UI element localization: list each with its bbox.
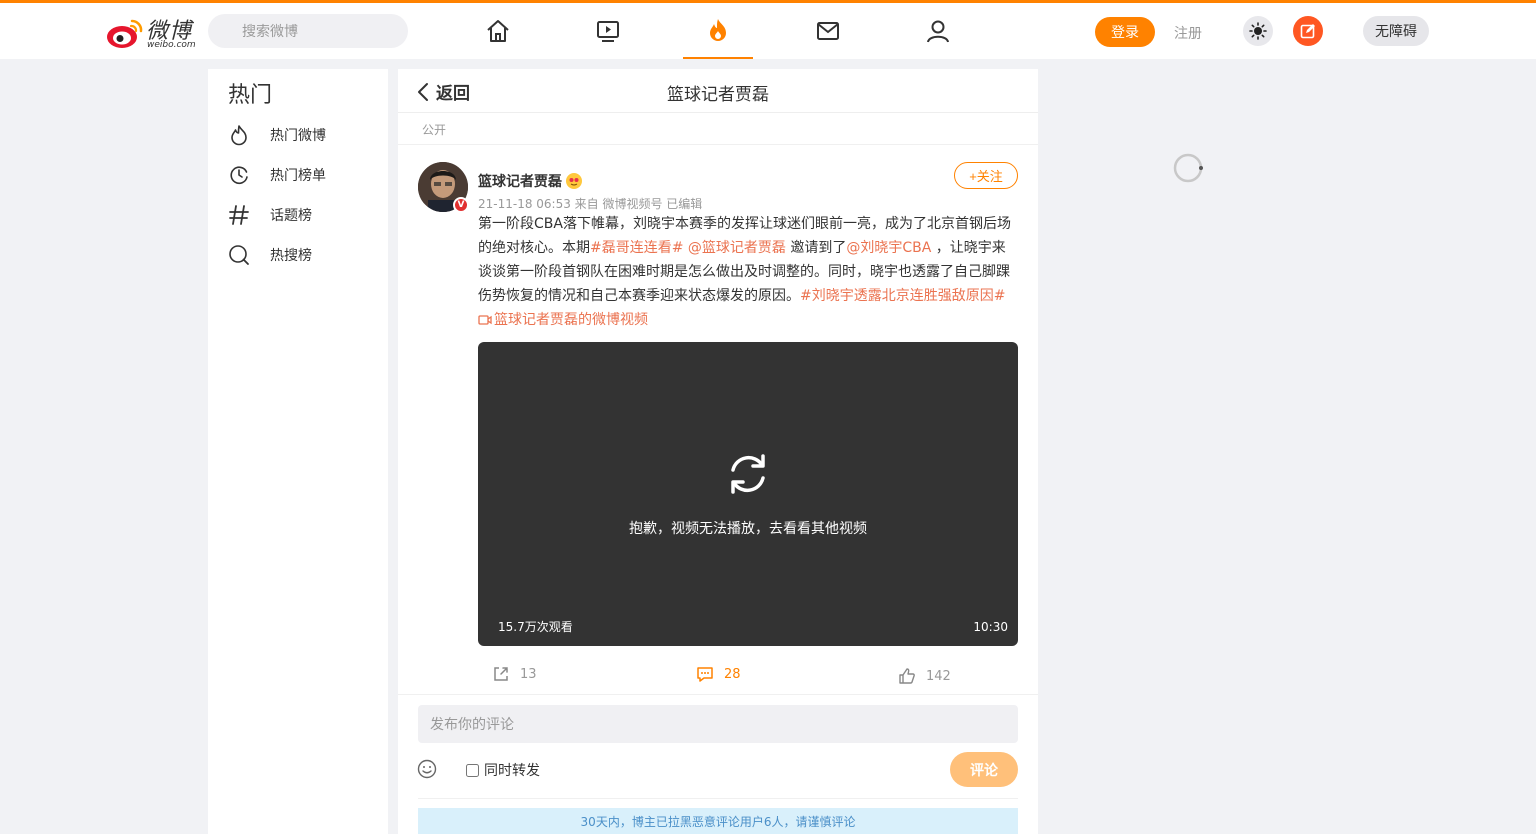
comment-toggle-button[interactable]: 28 [696,665,741,683]
follow-button[interactable]: +关注 [954,162,1018,189]
emoji-picker-icon[interactable] [417,759,437,779]
mail-icon [817,22,839,40]
page-title: 篮球记者贾磊 [667,85,769,105]
video-error-message[interactable]: 抱歉，视频无法播放，去看看其他视频 [478,518,1018,538]
reload-icon [731,454,765,494]
home-icon [487,20,509,42]
video-link-text: 篮球记者贾磊的微博视频 [494,312,648,328]
nav-hot[interactable] [683,3,753,59]
theme-toggle-button[interactable] [1243,16,1273,46]
sidebar-item-hot-weibo[interactable]: 热门微博 [228,121,378,149]
clock-icon [230,166,248,185]
repost-checkbox[interactable] [466,763,479,777]
post-actions: 13 28 142 [398,659,1038,695]
like-count: 142 [926,668,951,684]
left-sidebar: 热门 热门微博 热门榜单 话题榜 热搜榜 [208,69,388,834]
author-name[interactable]: 篮球记者贾磊 [478,171,582,191]
login-button[interactable]: 登录 [1095,17,1155,47]
video-icon [597,21,619,42]
author-name-text: 篮球记者贾磊 [478,174,562,190]
post-text: 第一阶段CBA落下帷幕，刘晓宇本赛季的发挥让球迷们眼前一亮，成为了北京首钢后场的… [478,212,1018,335]
thumbs-up-icon [899,668,915,684]
hashtag-icon [229,205,249,225]
visibility-label: 公开 [422,123,447,137]
sidebar-title: 热门 [228,83,273,108]
share-icon [494,667,508,681]
video-link[interactable]: 篮球记者贾磊的微博视频 [478,308,648,332]
compose-button[interactable] [1293,16,1323,46]
comment-input[interactable] [418,705,1018,743]
repost-count: 13 [520,666,537,682]
sidebar-item-label: 话题榜 [270,208,312,224]
video-link-icon [478,315,492,325]
main-header: 返回 篮球记者贾磊 [398,69,1038,113]
main-content: 返回 篮球记者贾磊 公开 V 篮球记者贾磊 21-11-18 06:53 来自 … [398,69,1038,834]
divider [418,798,1018,799]
logo-subtext: weibo.com [147,40,196,50]
post-meta: 21-11-18 06:53 来自 微博视频号 已编辑 [478,197,703,211]
register-link[interactable]: 注册 [1174,23,1202,43]
weibo-eye-icon [107,19,143,48]
nav-home[interactable] [463,3,533,59]
sidebar-item-label: 热门榜单 [270,168,326,184]
sidebar-item-label: 热门微博 [270,128,326,144]
mention-link[interactable]: @刘晓宇CBA [846,240,931,256]
emoji-icon [566,173,582,189]
flame-icon [231,125,247,146]
search-input[interactable] [208,14,408,48]
profile-icon [927,20,949,43]
video-duration: 10:30 [973,620,1008,634]
repost-button[interactable]: 13 [492,665,537,683]
comment-icon [697,667,713,682]
nav-profile[interactable] [903,3,973,59]
view-count: 15.7万次观看 [498,620,573,634]
video-player[interactable]: 抱歉，视频无法播放，去看看其他视频 15.7万次观看 10:30 [478,342,1018,646]
sidebar-item-hot-search[interactable]: 热搜榜 [228,241,378,269]
loading-spinner-icon [1173,153,1203,183]
accessibility-button[interactable]: 无障碍 [1363,16,1429,46]
nav-video[interactable] [573,3,643,59]
hot-flame-icon [710,19,726,41]
hashtag-link[interactable]: #刘晓宇透露北京连胜强敌原因# [800,288,1005,304]
comment-submit-button[interactable]: 评论 [950,752,1018,787]
sun-icon [1249,22,1267,40]
repost-checkbox-text: 同时转发 [484,763,540,779]
mention-link[interactable]: @篮球记者贾磊 [688,240,786,256]
comment-notice: 30天内，博主已拉黑恶意评论用户6人，请谨慎评论 [418,808,1018,834]
weibo-logo[interactable]: 微博 weibo.com [106,13,198,50]
comment-count: 28 [724,666,741,682]
repost-checkbox-label[interactable]: 同时转发 [466,760,540,780]
nav-messages[interactable] [793,3,863,59]
like-button[interactable]: 142 [898,667,951,685]
top-header: 微博 weibo.com 登录 注册 [0,3,1536,59]
hashtag-link[interactable]: #磊哥连连看# [590,240,683,256]
verified-badge-icon: V [453,197,469,213]
divider [398,144,1038,145]
edit-icon [1300,24,1315,39]
sidebar-item-hot-list[interactable]: 热门榜单 [228,161,378,189]
sidebar-item-topics[interactable]: 话题榜 [228,201,378,229]
search-icon [229,245,249,265]
post-text-part: 邀请到了 [785,240,847,256]
sidebar-item-label: 热搜榜 [270,248,312,264]
